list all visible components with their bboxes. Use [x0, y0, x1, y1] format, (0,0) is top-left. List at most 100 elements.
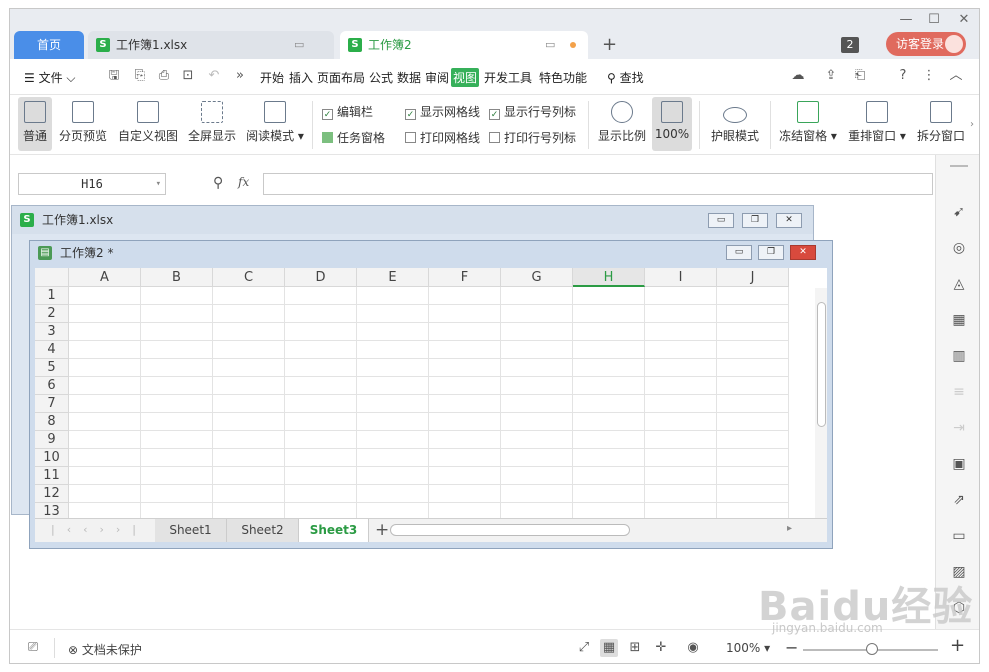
scroll-right-icon[interactable]: ▸ — [787, 523, 792, 534]
tab-workbook2[interactable]: S 工作簿2 ▭ — [340, 31, 588, 59]
shapes-icon[interactable]: ◎ — [950, 239, 968, 257]
fullscreen-status-icon[interactable]: ⤢ — [575, 639, 593, 657]
spreadsheet-grid[interactable]: A B C D E F G H I J 1 2 3 4 5 6 7 8 9 10 11 12 13 — [35, 268, 827, 518]
sheet-tab-3[interactable]: Sheet3 — [299, 519, 369, 542]
minimize-icon[interactable]: ▭ — [726, 245, 752, 260]
monitor-icon[interactable]: ▭ — [294, 31, 304, 59]
menu-developer[interactable]: 开发工具 — [484, 69, 532, 86]
formula-input[interactable] — [263, 173, 933, 195]
freeze-panes-button[interactable]: 冻结窗格 ▾ — [778, 97, 838, 144]
cloud-icon[interactable]: ☁ — [790, 68, 806, 84]
row-header[interactable]: 4 — [35, 341, 69, 359]
menu-page-layout[interactable]: 页面布局 — [317, 69, 365, 86]
cursor-select-icon[interactable]: ➹ — [950, 203, 968, 221]
add-sheet-plus-icon[interactable]: + — [375, 520, 389, 540]
share-out-icon[interactable]: ⇗ — [950, 491, 968, 509]
export-disabled-icon[interactable]: ⇥ — [950, 419, 968, 437]
style-icon[interactable]: ◬ — [950, 275, 968, 293]
sheet-nav-arrows[interactable]: |‹‹››| — [51, 523, 148, 536]
row-header[interactable]: 13 — [35, 503, 69, 518]
restore-icon[interactable]: ❐ — [758, 245, 784, 260]
split-window-button[interactable]: 拆分窗口 — [915, 97, 967, 144]
column-header[interactable]: E — [357, 268, 429, 287]
zoom-100-button[interactable]: 100% — [652, 97, 692, 151]
show-rowcol-checkbox[interactable]: ✓ 显示行号列标 — [489, 103, 576, 120]
menu-formula[interactable]: 公式 — [369, 69, 393, 86]
menu-review[interactable]: 审阅 — [425, 69, 449, 86]
row-header[interactable]: 7 — [35, 395, 69, 413]
sheet-tab-2[interactable]: Sheet2 — [227, 519, 299, 542]
close-icon[interactable]: ✕ — [790, 245, 816, 260]
custom-view-button[interactable]: 自定义视图 — [116, 97, 180, 144]
select-all-corner[interactable] — [35, 268, 69, 287]
ribbon-scroll-right-icon[interactable]: › — [970, 119, 974, 130]
minimize-icon[interactable]: ▭ — [708, 213, 734, 228]
more-vertical-icon[interactable]: ⋮ — [921, 68, 937, 84]
tools-icon[interactable]: ⎗ — [852, 68, 868, 84]
print-icon[interactable]: ⎙ — [156, 68, 172, 84]
menu-insert[interactable]: 插入 — [289, 69, 313, 86]
column-header[interactable]: A — [69, 268, 141, 287]
export-icon[interactable]: ⎘ — [132, 68, 148, 84]
fullscreen-button[interactable]: 全屏显示 — [186, 97, 238, 144]
column-header[interactable]: D — [285, 268, 357, 287]
close-icon[interactable]: ✕ — [953, 11, 975, 29]
restore-icon[interactable]: ❐ — [742, 213, 768, 228]
menu-data[interactable]: 数据 — [397, 69, 421, 86]
minimize-icon[interactable]: — — [895, 11, 917, 29]
fx-icon[interactable]: fx — [238, 175, 249, 189]
reading-mode-status-icon[interactable]: ✛ — [652, 639, 670, 657]
picture-gallery-icon[interactable]: ▣ — [950, 455, 968, 473]
column-header[interactable]: C — [213, 268, 285, 287]
row-header[interactable]: 9 — [35, 431, 69, 449]
page-break-status-icon[interactable]: ⊞ — [626, 639, 644, 657]
tab-home[interactable]: 首页 — [14, 31, 84, 59]
zoom-in-icon[interactable]: + — [950, 635, 965, 656]
normal-view-status-icon[interactable]: ▦ — [600, 639, 618, 657]
vertical-scrollbar[interactable] — [815, 288, 827, 518]
chart-icon[interactable]: ▥ — [950, 347, 968, 365]
undo-icon[interactable]: ↶ — [206, 68, 222, 84]
row-header[interactable]: 2 — [35, 305, 69, 323]
window-workbook1-titlebar[interactable]: S 工作簿1.xlsx ▭ ❐ ✕ — [12, 206, 813, 234]
eye-status-icon[interactable]: ◉ — [684, 639, 702, 657]
zoom-level[interactable]: 100% ▾ — [726, 641, 770, 655]
maximize-icon[interactable]: ☐ — [923, 11, 945, 29]
apps-grid-icon[interactable]: ▦ — [950, 311, 968, 329]
menu-home[interactable]: 开始 — [260, 69, 284, 86]
more-icon[interactable]: » — [232, 68, 248, 84]
column-header[interactable]: J — [717, 268, 789, 287]
column-header[interactable]: G — [501, 268, 573, 287]
window-count-badge[interactable]: 2 — [841, 37, 859, 53]
new-tab-plus-icon[interactable]: + — [602, 34, 617, 55]
read-mode-button[interactable]: 阅读模式 ▾ — [246, 97, 304, 144]
row-header[interactable]: 11 — [35, 467, 69, 485]
save-icon[interactable]: 🖫 — [106, 68, 122, 84]
zoom-out-icon[interactable]: − — [785, 638, 798, 657]
row-header[interactable]: 6 — [35, 377, 69, 395]
column-header[interactable]: I — [645, 268, 717, 287]
print-rowcol-checkbox[interactable]: 打印行号列标 — [489, 129, 576, 146]
menu-features[interactable]: 特色功能 — [539, 69, 587, 86]
normal-view-button[interactable]: 普通 — [18, 97, 52, 151]
zoom-ratio-button[interactable]: 显示比例 — [596, 97, 648, 144]
show-gridlines-checkbox[interactable]: ✓ 显示网格线 — [405, 103, 480, 120]
arrange-windows-button[interactable]: 重排窗口 ▾ — [846, 97, 908, 144]
menu-search[interactable]: ⚲ 查找 — [607, 69, 644, 86]
menu-file[interactable]: ☰ 文件 ⌵ — [24, 69, 76, 86]
horizontal-scroll-thumb[interactable] — [390, 524, 630, 536]
monitor-icon[interactable]: ▭ — [545, 31, 555, 59]
archive-icon[interactable]: ▭ — [950, 527, 968, 545]
row-header[interactable]: 1 — [35, 287, 69, 305]
status-device-icon[interactable]: ⎚ — [24, 639, 42, 657]
column-header[interactable]: F — [429, 268, 501, 287]
column-header[interactable]: B — [141, 268, 213, 287]
column-header[interactable]: H — [573, 268, 645, 287]
eye-protection-button[interactable]: 护眼模式 — [708, 97, 762, 144]
menu-view[interactable]: 视图 — [451, 68, 480, 87]
name-box[interactable]: H16 ▾ — [18, 173, 166, 195]
formula-bar-checkbox[interactable]: ✓ 编辑栏 — [322, 103, 373, 120]
print-preview-icon[interactable]: ⊡ — [180, 68, 196, 84]
drag-handle-icon[interactable] — [950, 165, 968, 167]
row-header[interactable]: 5 — [35, 359, 69, 377]
